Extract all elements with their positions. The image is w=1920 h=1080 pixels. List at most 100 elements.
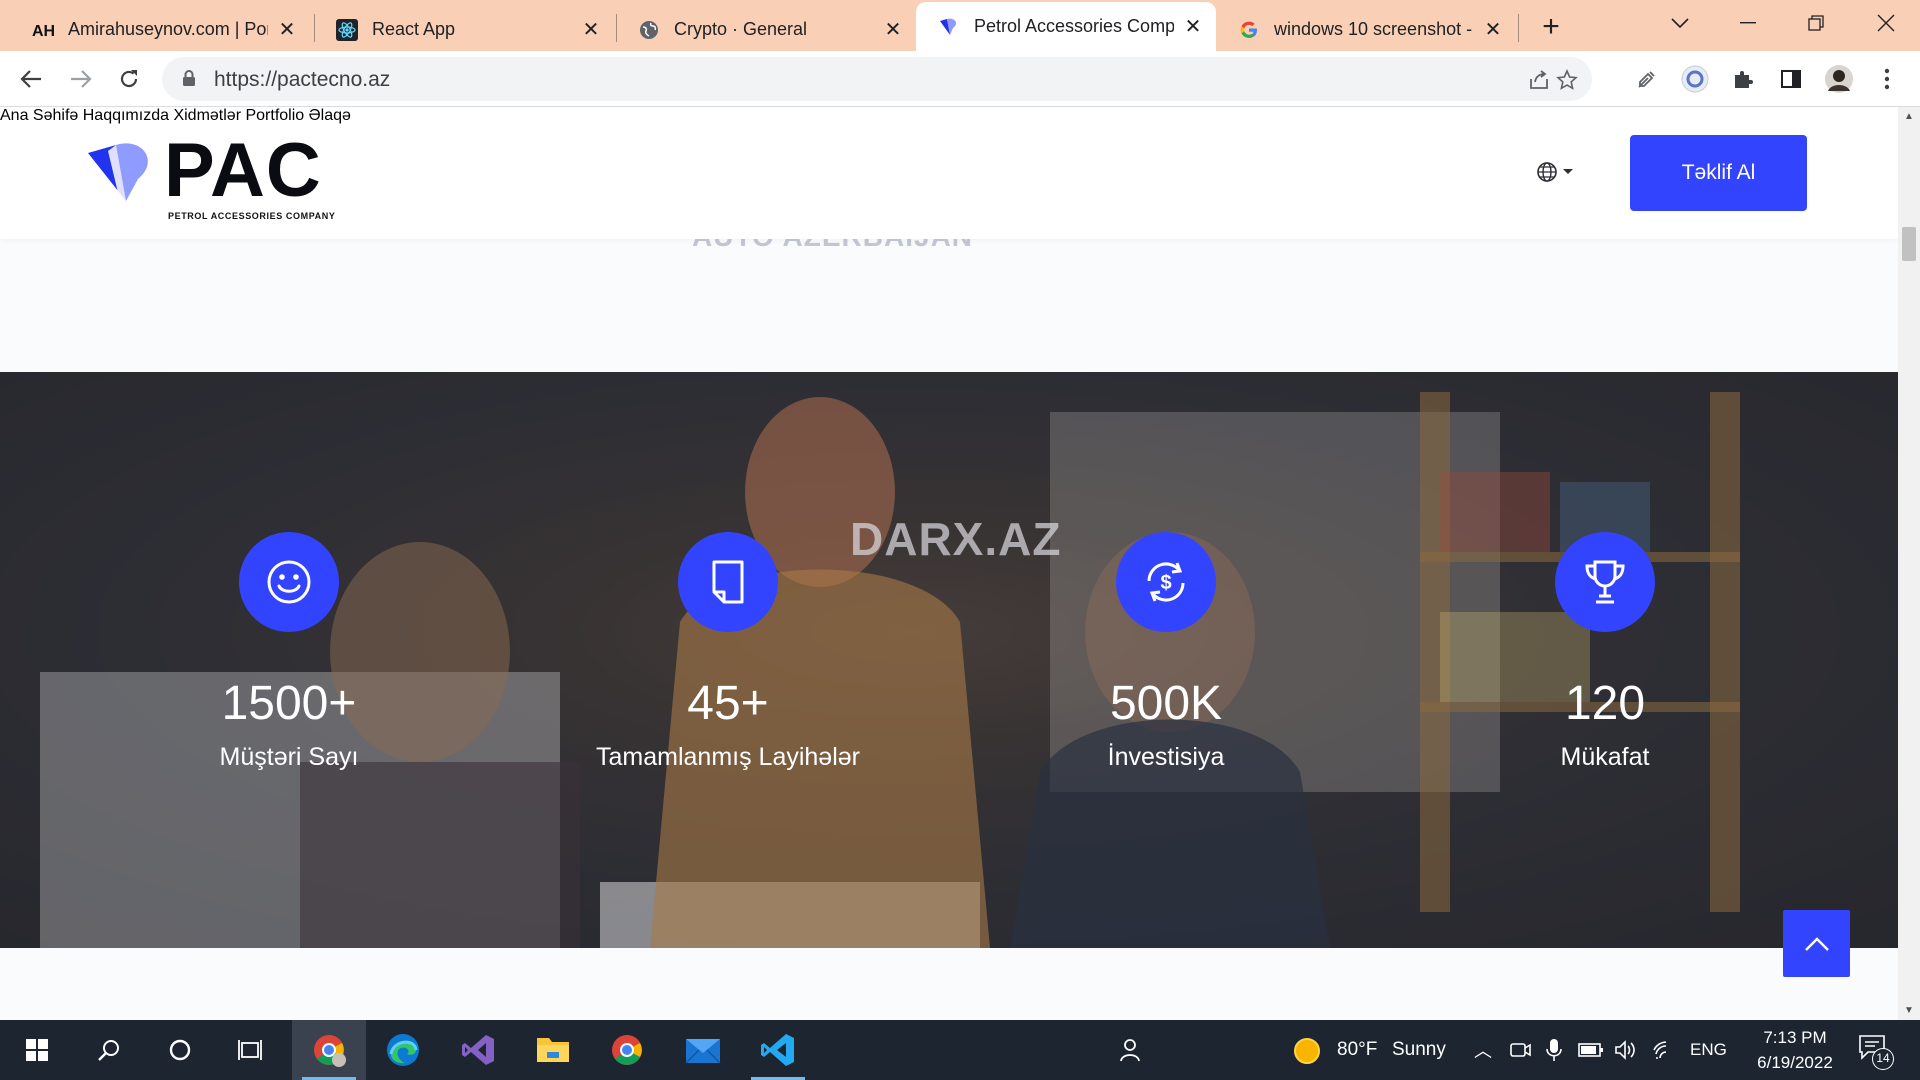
forward-icon[interactable]	[64, 62, 98, 96]
react-icon	[336, 18, 358, 41]
nav-home[interactable]: Ana Səhifə	[0, 107, 78, 124]
nav-portfolio[interactable]: Portfolio	[245, 107, 304, 124]
notification-count-badge: 14	[1872, 1048, 1894, 1070]
lock-icon	[182, 69, 196, 92]
side-panel-icon[interactable]	[1774, 62, 1808, 96]
nav-contact[interactable]: Əlaqə	[309, 107, 351, 124]
url-text[interactable]: https://pactecno.az	[214, 68, 390, 92]
globe-icon	[638, 19, 660, 41]
scroll-to-top-button[interactable]	[1783, 910, 1850, 977]
microphone-icon[interactable]	[1545, 1038, 1563, 1062]
stat-value: 120	[1564, 677, 1646, 730]
show-hidden-icons-icon[interactable]: ︿	[1474, 1037, 1492, 1063]
stat-clients: 1500+ Müştəri Sayı	[89, 532, 489, 774]
sun-weather-icon[interactable]	[1293, 1037, 1321, 1065]
clock[interactable]: 7:13 PM 6/19/2022	[1740, 1025, 1850, 1075]
cortana-icon[interactable]	[143, 1020, 217, 1080]
windows-start-icon[interactable]	[0, 1020, 74, 1080]
search-icon[interactable]	[72, 1020, 146, 1080]
browser-tab-petrol-accessories[interactable]: Petrol Accessories Company ✕	[916, 2, 1216, 51]
nav-about[interactable]: Haqqımızda	[83, 107, 169, 124]
stat-label: Mükafat	[1560, 743, 1650, 771]
chrome-taskbar-active-icon[interactable]	[292, 1020, 366, 1080]
google-icon	[1238, 19, 1260, 41]
page-scrollbar[interactable]: ▲ ▼	[1898, 107, 1920, 1020]
volume-icon[interactable]	[1614, 1040, 1638, 1060]
browser-toolbar: https://pactecno.az	[0, 51, 1920, 107]
address-bar[interactable]: https://pactecno.az	[162, 57, 1592, 101]
stat-value: 500K	[1109, 677, 1223, 730]
stat-investment: $ 500K İnvestisiya	[966, 532, 1366, 774]
visual-studio-icon[interactable]	[442, 1020, 516, 1080]
tab-search-icon[interactable]	[1660, 8, 1700, 38]
clock-time: 7:13 PM	[1763, 1028, 1827, 1047]
caret-down-icon	[1563, 169, 1573, 174]
close-window-icon[interactable]	[1866, 8, 1906, 38]
share-icon[interactable]	[1526, 67, 1552, 93]
profile-avatar[interactable]	[1822, 62, 1856, 96]
browser-tab-amirahuseynov[interactable]: AH Amirahuseynov.com | Portfolio ✕	[10, 8, 310, 51]
scroll-down-arrow-icon[interactable]: ▼	[1904, 1005, 1914, 1016]
site-header: PAC PETROL ACCESSORIES COMPANY Ana Səhif…	[0, 107, 1898, 239]
edge-icon[interactable]	[366, 1020, 440, 1080]
browser-tab-crypto[interactable]: Crypto · General ✕	[616, 8, 916, 51]
close-tab-icon[interactable]: ✕	[580, 19, 602, 41]
scroll-up-arrow-icon[interactable]: ▲	[1904, 111, 1914, 122]
file-explorer-icon[interactable]	[516, 1020, 590, 1080]
vscode-icon[interactable]	[741, 1020, 815, 1080]
nav-services[interactable]: Xidmətlər	[173, 107, 241, 124]
close-tab-icon[interactable]: ✕	[1482, 19, 1504, 41]
money-exchange-icon: $	[1116, 532, 1216, 632]
people-icon[interactable]	[1093, 1020, 1167, 1080]
close-tab-icon[interactable]: ✕	[1182, 16, 1204, 38]
close-tab-icon[interactable]: ✕	[276, 19, 298, 41]
reload-icon[interactable]	[112, 62, 146, 96]
stat-value: 1500+	[221, 677, 357, 730]
logo-wordmark: PAC	[164, 128, 322, 213]
battery-icon[interactable]	[1578, 1042, 1604, 1058]
globe-icon	[1537, 162, 1557, 182]
close-tab-icon[interactable]: ✕	[882, 19, 904, 41]
weather-condition[interactable]: Sunny	[1392, 1039, 1446, 1061]
smile-icon	[239, 532, 339, 632]
stat-label: Müştəri Sayı	[219, 743, 359, 771]
language-switcher[interactable]	[1536, 161, 1574, 183]
stat-awards: 120 Mükafat	[1405, 532, 1805, 774]
svg-text:AH: AH	[32, 23, 54, 39]
tab-title: Petrol Accessories Company	[974, 16, 1174, 36]
get-offer-button[interactable]: Təklif Al	[1630, 135, 1807, 211]
browser-tab-react-app[interactable]: React App ✕	[314, 8, 614, 51]
tab-strip: AH Amirahuseynov.com | Portfolio ✕ React…	[0, 0, 1920, 51]
browser-tab-google-search[interactable]: windows 10 screenshot - Google ✕	[1216, 8, 1516, 51]
stats-section: DARX.AZ 1500+ Müştəri Sayı 45+ Tamamlanm…	[0, 372, 1898, 948]
bookmark-star-icon[interactable]	[1554, 67, 1580, 93]
new-tab-button[interactable]: +	[1536, 12, 1566, 42]
stat-label: İnvestisiya	[1107, 743, 1225, 771]
meet-now-icon[interactable]	[1509, 1039, 1531, 1061]
wifi-icon[interactable]	[1652, 1040, 1676, 1060]
tab-title: Amirahuseynov.com | Portfolio	[68, 19, 268, 39]
stat-projects: 45+ Tamamlanmış Layihələr	[528, 532, 928, 774]
extensions-puzzle-icon[interactable]	[1726, 62, 1760, 96]
scrollbar-thumb[interactable]	[1902, 227, 1916, 261]
main-nav: Ana Səhifə Haqqımızda Xidmətlər Portfoli…	[0, 107, 1898, 125]
restore-icon[interactable]	[1796, 8, 1836, 38]
chrome-icon[interactable]	[590, 1020, 664, 1080]
page-viewport: PAC PETROL ACCESSORIES COMPANY Ana Səhif…	[0, 107, 1898, 1020]
ah-icon: AH	[32, 19, 54, 41]
minimize-icon[interactable]	[1728, 8, 1768, 38]
pac-logo-mark-icon	[88, 143, 148, 201]
action-center-icon[interactable]: 14	[1858, 1034, 1894, 1070]
menu-kebab-icon[interactable]	[1870, 62, 1904, 96]
eyedropper-extension-icon[interactable]	[1630, 62, 1664, 96]
stat-value: 45+	[687, 677, 769, 730]
document-icon	[678, 532, 778, 632]
pac-icon	[938, 16, 960, 38]
mail-icon[interactable]	[666, 1020, 740, 1080]
task-view-icon[interactable]	[214, 1020, 288, 1080]
weather-temp[interactable]: 80°F	[1337, 1039, 1377, 1061]
pac-logo[interactable]: PAC PETROL ACCESSORIES COMPANY	[86, 131, 346, 221]
back-icon[interactable]	[14, 62, 48, 96]
extension-o-icon[interactable]	[1678, 62, 1712, 96]
language-indicator[interactable]: ENG	[1690, 1040, 1727, 1060]
